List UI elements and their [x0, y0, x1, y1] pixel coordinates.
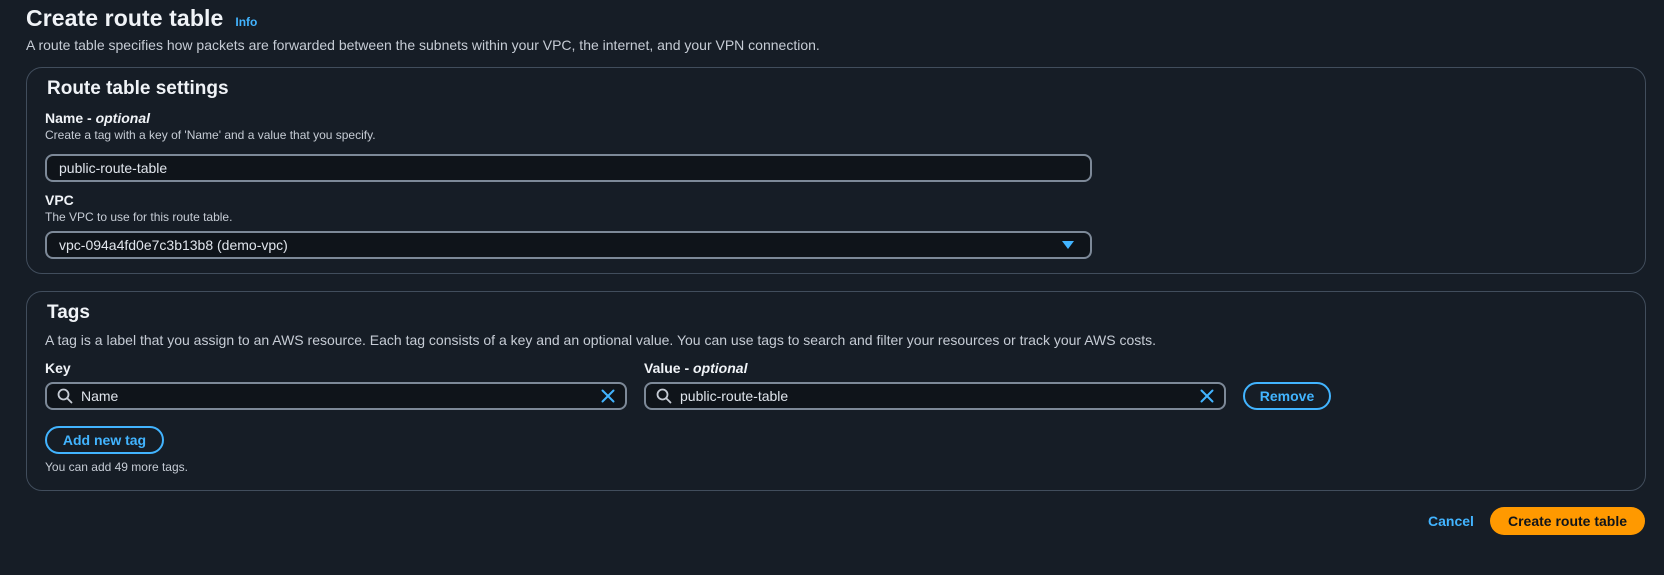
vpc-field-label: VPC: [45, 192, 74, 208]
tag-value-value: public-route-table: [680, 388, 789, 404]
vpc-select-value: vpc-094a4fd0e7c3b13b8 (demo-vpc): [59, 237, 288, 253]
settings-panel-title: Route table settings: [47, 78, 229, 99]
value-label-text: Value -: [644, 360, 694, 376]
page: Create route table Info A route table sp…: [0, 0, 1664, 575]
page-description: A route table specifies how packets are …: [26, 37, 820, 53]
value-optional-text: optional: [693, 360, 748, 376]
name-input-value: public-route-table: [59, 160, 168, 176]
tag-key-label: Key: [45, 360, 71, 376]
search-icon: [656, 388, 672, 404]
close-icon: [1200, 389, 1214, 403]
info-link[interactable]: Info: [235, 15, 257, 29]
tags-panel: Tags A tag is a label that you assign to…: [26, 291, 1646, 491]
tag-value-input[interactable]: public-route-table: [644, 382, 1226, 410]
remove-tag-button[interactable]: Remove: [1243, 382, 1331, 410]
close-icon: [601, 389, 615, 403]
clear-key-button[interactable]: [601, 389, 615, 403]
vpc-select[interactable]: vpc-094a4fd0e7c3b13b8 (demo-vpc): [45, 231, 1092, 259]
name-optional-text: optional: [95, 110, 151, 126]
tags-description: A tag is a label that you assign to an A…: [45, 332, 1157, 348]
vpc-field-description: The VPC to use for this route table.: [45, 210, 233, 224]
clear-value-button[interactable]: [1200, 389, 1214, 403]
page-header: Create route table Info: [26, 5, 257, 32]
create-route-table-button[interactable]: Create route table: [1490, 507, 1645, 535]
name-field-label: Name - optional: [45, 110, 150, 126]
tag-key-value: Name: [81, 388, 119, 404]
tag-key-input[interactable]: Name: [45, 382, 627, 410]
name-label-text: Name -: [45, 110, 96, 126]
tags-panel-title: Tags: [47, 302, 90, 323]
name-field-description: Create a tag with a key of 'Name' and a …: [45, 128, 376, 142]
cancel-button[interactable]: Cancel: [1428, 513, 1474, 529]
name-input[interactable]: public-route-table: [45, 154, 1092, 182]
caret-down-icon: [1062, 241, 1074, 249]
search-icon: [57, 388, 73, 404]
page-title: Create route table: [26, 5, 224, 31]
route-table-settings-panel: Route table settings Name - optional Cre…: [26, 67, 1646, 274]
add-new-tag-button[interactable]: Add new tag: [45, 426, 164, 454]
tag-value-label: Value - optional: [644, 360, 747, 376]
tags-remaining-helper: You can add 49 more tags.: [45, 460, 188, 474]
